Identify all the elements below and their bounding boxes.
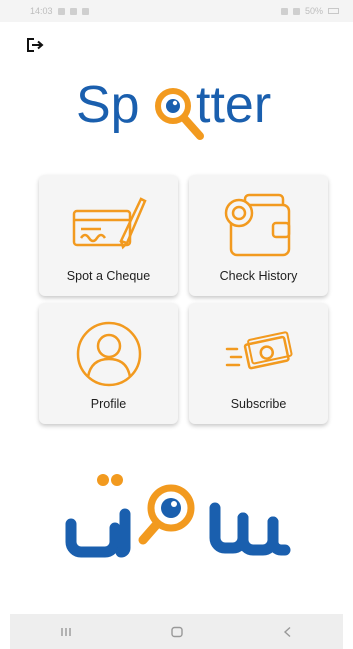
money-icon	[221, 321, 297, 387]
tile-label: Check History	[219, 269, 298, 283]
wallet-coin-icon	[221, 193, 297, 259]
system-nav-bar	[10, 614, 343, 649]
battery-level: 50%	[304, 6, 323, 16]
tile-label: Profile	[90, 397, 127, 411]
wifi-icon	[280, 7, 288, 15]
tile-label: Spot a Cheque	[66, 269, 151, 283]
status-bar: 14:03 50%	[0, 0, 353, 22]
check-history-button[interactable]: Check History	[189, 175, 328, 296]
notification-icon	[69, 7, 77, 15]
logout-icon[interactable]	[26, 37, 44, 53]
back-icon[interactable]	[268, 617, 308, 647]
home-icon[interactable]	[157, 617, 197, 647]
status-left: 14:03	[30, 6, 89, 16]
logo-text-sp: Sp	[76, 76, 140, 134]
battery-icon	[328, 8, 339, 14]
cheque-pen-icon	[71, 193, 147, 259]
spotter-logo: Sp tter	[76, 68, 304, 148]
status-time: 14:03	[30, 6, 53, 16]
magnifier-logo-icon	[155, 88, 204, 140]
signal-icon	[292, 7, 300, 15]
magnifier-logo-icon	[138, 484, 195, 545]
person-icon	[71, 321, 147, 387]
notification-icon	[81, 7, 89, 15]
urdu-logo	[65, 458, 295, 570]
logo-text-tter: tter	[196, 76, 271, 134]
status-right: 50%	[280, 6, 339, 16]
subscribe-button[interactable]: Subscribe	[189, 303, 328, 424]
tile-label: Subscribe	[230, 397, 287, 411]
spot-a-cheque-button[interactable]: Spot a Cheque	[39, 175, 178, 296]
profile-button[interactable]: Profile	[39, 303, 178, 424]
recents-icon[interactable]	[46, 617, 86, 647]
notification-icon	[57, 7, 65, 15]
